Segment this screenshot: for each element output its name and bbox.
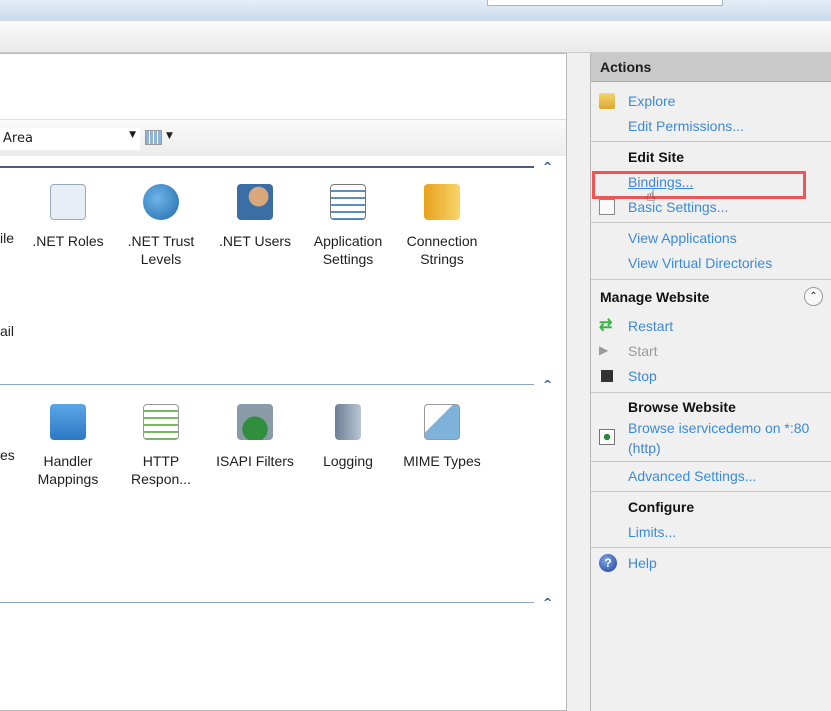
group-separator	[0, 166, 534, 168]
divider	[591, 392, 831, 393]
collapse-group-icon[interactable]: ^	[543, 378, 552, 391]
help-link[interactable]: Help	[628, 555, 657, 571]
feature-logging[interactable]: Logging	[302, 404, 394, 470]
edit-permissions-link[interactable]: Edit Permissions...	[628, 118, 744, 134]
feature-cut-label[interactable]: ail	[0, 323, 14, 339]
actions-pane: Actions Explore Edit Permissions... Edit…	[590, 53, 831, 711]
manage-website-heading: Manage Website	[600, 289, 710, 305]
hand-cursor-icon: ☝	[646, 186, 656, 205]
group-separator	[0, 384, 534, 385]
window-title-bar	[0, 0, 831, 21]
users-icon	[237, 184, 273, 220]
view-virtual-directories-link[interactable]: View Virtual Directories	[628, 255, 772, 271]
chevron-down-icon: ▼	[166, 131, 173, 141]
feature-label: Connection Strings	[406, 233, 478, 267]
browse-site-link-protocol[interactable]: (http)	[628, 440, 661, 456]
collapse-group-icon[interactable]: ^	[543, 596, 552, 609]
configure-heading: Configure	[628, 499, 695, 515]
feature-label: .NET Roles	[32, 233, 104, 249]
toolbar	[0, 21, 831, 53]
group-by-value: Area	[3, 131, 33, 146]
restart-link[interactable]: Restart	[628, 318, 673, 334]
feature-net-users[interactable]: .NET Users	[209, 184, 301, 250]
feature-label: Handler Mappings	[37, 453, 99, 487]
trust-globe-icon	[143, 184, 179, 220]
basic-settings-link[interactable]: Basic Settings...	[628, 199, 728, 215]
divider	[591, 491, 831, 492]
feature-net-roles[interactable]: .NET Roles	[22, 184, 114, 250]
divider	[591, 279, 831, 280]
view-mode-button[interactable]: ▼	[145, 128, 175, 148]
icons-view-icon	[145, 130, 162, 145]
feature-label: HTTP Respon...	[131, 453, 191, 487]
highlight-box	[592, 171, 806, 199]
edit-site-heading: Edit Site	[628, 149, 685, 165]
start-link: Start	[628, 343, 658, 359]
basic-settings-icon	[599, 199, 615, 215]
chevron-down-icon: ▼	[129, 130, 136, 140]
divider	[591, 461, 831, 462]
feature-cut-label[interactable]: es	[0, 447, 15, 463]
explore-folder-icon	[599, 93, 615, 109]
filter-bar: Area ▼ ▼	[0, 119, 566, 156]
feature-label: .NET Trust Levels	[127, 233, 195, 267]
divider	[591, 547, 831, 548]
roles-icon	[50, 184, 86, 220]
feature-application-settings[interactable]: Application Settings	[302, 184, 394, 268]
feature-label: Logging	[323, 453, 373, 469]
divider	[591, 222, 831, 223]
help-icon: ?	[599, 554, 617, 572]
handler-mappings-icon	[50, 404, 86, 440]
limits-link[interactable]: Limits...	[628, 524, 676, 540]
feature-connection-strings[interactable]: Connection Strings	[396, 184, 488, 268]
feature-handler-mappings[interactable]: Handler Mappings	[22, 404, 114, 488]
group-by-dropdown[interactable]: Area ▼	[0, 128, 140, 150]
address-box[interactable]	[487, 0, 723, 6]
collapse-icon[interactable]: ⌃	[804, 287, 823, 306]
filter-icon	[237, 404, 273, 440]
feature-mime-types[interactable]: MIME Types	[396, 404, 488, 470]
feature-net-trust-levels[interactable]: .NET Trust Levels	[115, 184, 207, 268]
features-view: Area ▼ ▼ ^ ile ail .NET Roles .NET Trust …	[0, 53, 567, 711]
database-icon	[424, 184, 460, 220]
stop-icon	[601, 370, 613, 382]
feature-label: .NET Users	[218, 233, 292, 249]
actions-header: Actions	[591, 53, 831, 82]
log-book-icon	[335, 404, 361, 440]
group-separator	[0, 602, 534, 603]
feature-http-response[interactable]: HTTP Respon...	[115, 404, 207, 488]
browse-website-heading: Browse Website	[628, 399, 736, 415]
restart-icon: ⇄	[599, 317, 613, 334]
feature-isapi-filters[interactable]: ISAPI Filters	[209, 404, 301, 470]
divider	[591, 141, 831, 142]
advanced-settings-link[interactable]: Advanced Settings...	[628, 468, 756, 484]
view-applications-link[interactable]: View Applications	[628, 230, 737, 246]
feature-cut-label[interactable]: ile	[0, 230, 14, 246]
explore-link[interactable]: Explore	[628, 93, 675, 109]
settings-list-icon	[330, 184, 366, 220]
stop-link[interactable]: Stop	[628, 368, 657, 384]
feature-label: Application Settings	[313, 233, 383, 267]
browse-site-link[interactable]: Browse iservicedemo on *:80	[628, 420, 809, 436]
collapse-group-icon[interactable]: ^	[543, 160, 552, 173]
browser-icon	[599, 429, 615, 445]
feature-label: MIME Types	[403, 453, 481, 469]
mime-types-icon	[424, 404, 460, 440]
http-response-icon	[143, 404, 179, 440]
feature-label: ISAPI Filters	[216, 453, 294, 469]
start-icon: ▶	[599, 343, 609, 357]
